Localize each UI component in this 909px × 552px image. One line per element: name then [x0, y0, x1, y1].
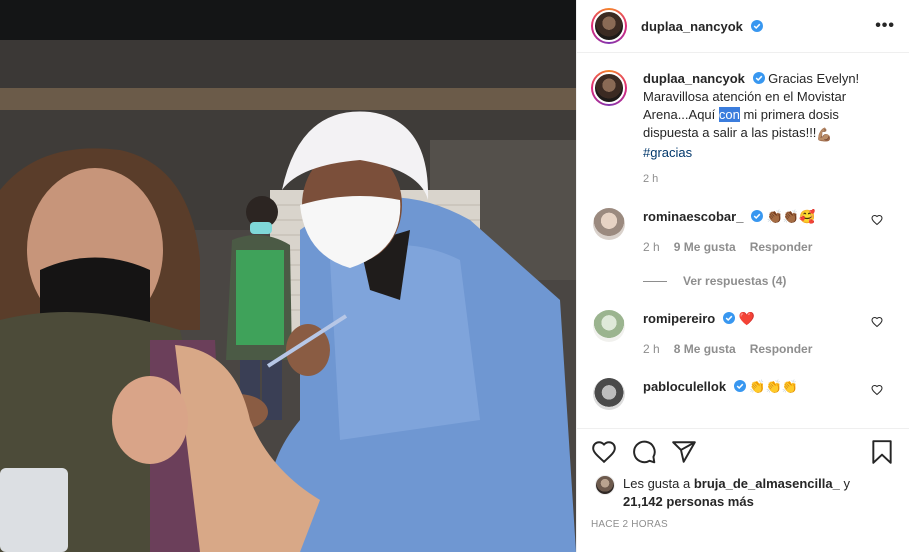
post-panel: duplaa_nancyok ••• duplaa_nancyok Gracia…: [576, 0, 909, 552]
reply-button[interactable]: Responder: [750, 342, 813, 356]
comment-item: rominaescobar_ 👏🏾👏🏾🥰 2 h 9 Me gusta Respon…: [591, 208, 895, 256]
author-username[interactable]: duplaa_nancyok: [641, 19, 763, 34]
post-photo[interactable]: [0, 0, 576, 552]
commenter-username[interactable]: romipereiro: [643, 311, 715, 326]
comment-text: ❤️: [738, 311, 755, 326]
likes-prefix: Les gusta a: [623, 476, 691, 491]
likes-joiner: y: [843, 476, 850, 491]
post-header: duplaa_nancyok •••: [577, 0, 909, 53]
save-icon[interactable]: [869, 439, 895, 465]
author-avatar[interactable]: [591, 8, 627, 44]
comment-item: pabloculellok 👏👏👏: [591, 378, 895, 410]
comment-meta: 2 h 8 Me gusta Responder: [643, 340, 873, 358]
vaccination-photo: [0, 0, 576, 552]
commenter-username[interactable]: pabloculellok: [643, 379, 726, 394]
comment-meta: 2 h 9 Me gusta Responder: [643, 238, 873, 256]
caption-username[interactable]: duplaa_nancyok: [643, 71, 745, 86]
commenter-avatar[interactable]: [593, 378, 625, 410]
verified-badge-icon: [733, 380, 746, 392]
comment-text: 👏👏👏: [749, 379, 798, 394]
reply-button[interactable]: Responder: [750, 240, 813, 254]
post-actions: Les gusta a bruja_de_almasencilla_ y 21,…: [577, 428, 909, 552]
flexed-biceps-emoji: 💪🏽: [816, 127, 833, 142]
hashtag-link[interactable]: #gracias: [643, 145, 692, 160]
more-options-icon[interactable]: •••: [875, 17, 895, 35]
action-icons: [591, 429, 895, 475]
comment-text: 👏🏾👏🏾🥰: [766, 209, 816, 224]
comment-icon[interactable]: [631, 439, 657, 465]
verified-badge-icon: [750, 19, 763, 32]
comment-like-icon[interactable]: [871, 214, 883, 226]
comment-time[interactable]: 2 h: [643, 240, 660, 254]
comment-item: romipereiro ❤️ 2 h 8 Me gusta Responder: [591, 310, 895, 358]
likes-summary[interactable]: Les gusta a bruja_de_almasencilla_ y 21,…: [591, 475, 895, 511]
caption-time[interactable]: 2 h: [643, 170, 895, 188]
comment-time[interactable]: 2 h: [643, 342, 660, 356]
verified-badge-icon: [722, 312, 735, 324]
commenter-avatar[interactable]: [593, 208, 625, 240]
comment-likes[interactable]: 8 Me gusta: [674, 342, 736, 356]
verified-badge-icon: [751, 210, 764, 222]
comments-section[interactable]: duplaa_nancyok Gracias Evelyn! Maravillo…: [577, 54, 909, 428]
like-icon[interactable]: [591, 439, 617, 465]
caption: duplaa_nancyok Gracias Evelyn! Maravillo…: [591, 70, 895, 188]
comment-like-icon[interactable]: [871, 384, 883, 396]
share-icon[interactable]: [671, 439, 697, 465]
liker-username[interactable]: bruja_de_almasencilla_: [694, 476, 840, 491]
caption-highlight: con: [718, 107, 740, 122]
comment-like-icon[interactable]: [871, 316, 883, 328]
comment-likes[interactable]: 9 Me gusta: [674, 240, 736, 254]
likes-count[interactable]: 21,142 personas más: [623, 494, 754, 509]
view-replies-button[interactable]: Ver respuestas (4): [643, 274, 895, 288]
caption-avatar[interactable]: [591, 70, 627, 106]
liker-avatar[interactable]: [595, 475, 615, 495]
verified-badge-icon: [752, 72, 765, 84]
commenter-username[interactable]: rominaescobar_: [643, 209, 743, 224]
commenter-avatar[interactable]: [593, 310, 625, 342]
post-timestamp[interactable]: HACE 2 HORAS: [591, 519, 895, 530]
